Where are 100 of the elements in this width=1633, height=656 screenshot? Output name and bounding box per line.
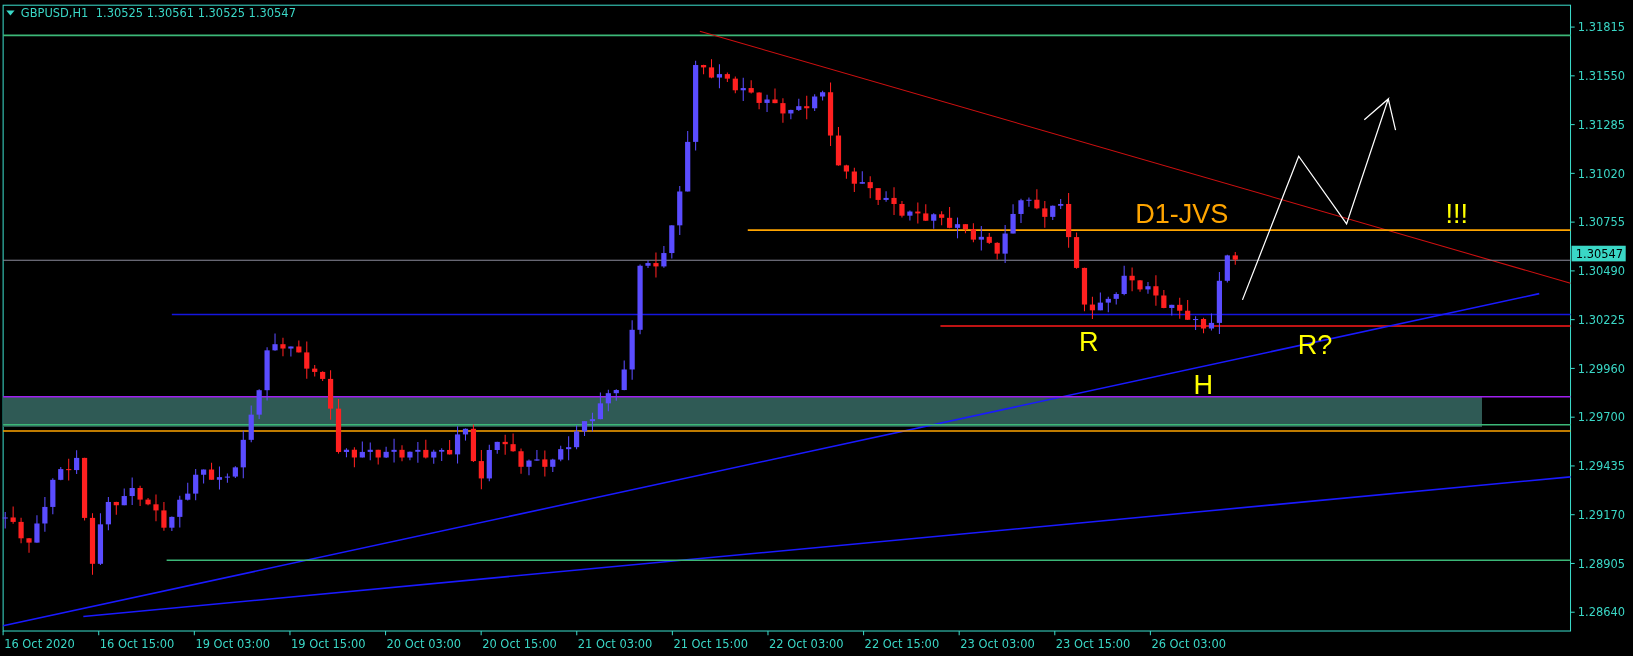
candlestick xyxy=(1169,304,1175,317)
candlestick xyxy=(566,435,572,461)
candlestick xyxy=(431,449,437,465)
time-axis-label: 23 Oct 03:00 xyxy=(960,636,1035,651)
candlestick xyxy=(1050,205,1056,221)
candlestick xyxy=(1177,297,1183,320)
candlestick xyxy=(58,466,64,481)
chart-annotation: R xyxy=(1078,325,1099,357)
candlestick xyxy=(677,185,683,236)
candlestick xyxy=(1129,267,1135,292)
candlestick xyxy=(1010,203,1016,235)
candlestick xyxy=(756,91,762,110)
candlestick xyxy=(1002,224,1008,264)
quote-values: 1.30525 1.30561 1.30525 1.30547 xyxy=(95,5,296,20)
time-axis-label: 19 Oct 03:00 xyxy=(195,636,270,651)
candlestick xyxy=(1161,289,1167,309)
candlestick xyxy=(1232,251,1238,266)
candlestick xyxy=(526,458,532,476)
candlestick xyxy=(931,212,937,230)
candlestick xyxy=(391,438,397,463)
price-axis-label: 1.31285 xyxy=(1577,117,1626,132)
candlestick xyxy=(232,465,238,479)
candlestick xyxy=(867,175,873,199)
candlestick xyxy=(502,434,508,456)
candlestick xyxy=(899,200,905,219)
price-axis-label: 1.29700 xyxy=(1577,410,1626,425)
candlestick xyxy=(645,259,651,269)
candlestick xyxy=(883,190,889,203)
candlestick xyxy=(1058,198,1064,210)
symbol-label: GBPUSD,H1 xyxy=(20,5,89,20)
candlestick xyxy=(915,201,921,224)
candlestick xyxy=(764,94,770,113)
candlestick xyxy=(66,458,72,482)
candlestick xyxy=(367,441,373,461)
candlestick xyxy=(1113,291,1119,305)
candlestick xyxy=(494,441,500,455)
time-axis-label: 20 Oct 03:00 xyxy=(386,636,462,651)
price-axis-label: 1.30225 xyxy=(1577,312,1626,327)
candlestick xyxy=(629,319,635,381)
candlestick xyxy=(375,449,381,466)
candlestick xyxy=(288,345,294,357)
candlestick xyxy=(621,360,627,391)
candlestick xyxy=(891,186,897,216)
candlestick xyxy=(994,241,1000,260)
candlestick xyxy=(1153,274,1159,307)
candlestick xyxy=(113,501,119,516)
dropdown-triangle-icon[interactable] xyxy=(6,10,15,16)
candlestick xyxy=(534,449,540,462)
time-axis-label: 16 Oct 2020 xyxy=(4,636,75,651)
candlestick xyxy=(145,497,151,506)
candlestick xyxy=(1042,200,1048,229)
candlestick xyxy=(248,405,254,443)
candlestick xyxy=(304,340,310,380)
candlestick xyxy=(312,364,318,378)
candlestick xyxy=(1018,198,1024,224)
candlestick xyxy=(875,187,881,206)
candlestick xyxy=(177,495,183,529)
candlestick xyxy=(1224,254,1230,283)
candlestick xyxy=(407,451,413,461)
price-axis-label: 1.29170 xyxy=(1577,507,1626,522)
candlestick xyxy=(605,389,611,412)
candlestick xyxy=(129,477,135,506)
candlestick xyxy=(2,511,8,529)
price-axis-label: 1.29960 xyxy=(1577,361,1626,376)
time-axis-label: 22 Oct 03:00 xyxy=(769,636,844,651)
candlestick xyxy=(518,448,524,475)
price-axis-label: 1.30490 xyxy=(1577,264,1626,279)
price-axis-label: 1.28905 xyxy=(1577,556,1626,571)
candlestick xyxy=(804,95,810,120)
candlestick xyxy=(26,537,32,554)
candlestick xyxy=(121,488,127,506)
candlestick xyxy=(637,264,643,335)
candlestick xyxy=(851,167,857,193)
time-axis-label: 26 Oct 03:00 xyxy=(1151,636,1226,651)
candlestick xyxy=(685,130,691,193)
chart-annotation: D1-JVS xyxy=(1135,197,1229,229)
candlestick xyxy=(264,346,270,402)
price-axis-label: 1.29435 xyxy=(1577,459,1626,474)
price-axis-label: 1.30755 xyxy=(1577,215,1626,230)
candlestick xyxy=(296,340,302,354)
candlestick xyxy=(542,450,548,478)
candlestick xyxy=(740,77,746,102)
candlestick xyxy=(1137,279,1143,293)
candlestick xyxy=(399,444,405,462)
candlestick xyxy=(613,388,619,402)
candlestick xyxy=(185,482,191,501)
price-axis-label: 1.31550 xyxy=(1577,69,1626,83)
candlestick xyxy=(812,93,818,112)
candlestick xyxy=(510,433,516,453)
candlestick xyxy=(907,210,913,222)
candlestick xyxy=(439,447,445,462)
candlestick xyxy=(732,76,738,94)
candlestick xyxy=(661,245,667,269)
candlestick xyxy=(1105,296,1111,313)
candlestick xyxy=(550,458,556,473)
candlestick xyxy=(137,485,143,507)
candlestick xyxy=(34,514,40,544)
candlestick xyxy=(486,444,492,482)
price-axis-label: 1.28640 xyxy=(1577,605,1626,620)
time-axis-label: 16 Oct 15:00 xyxy=(99,636,175,651)
